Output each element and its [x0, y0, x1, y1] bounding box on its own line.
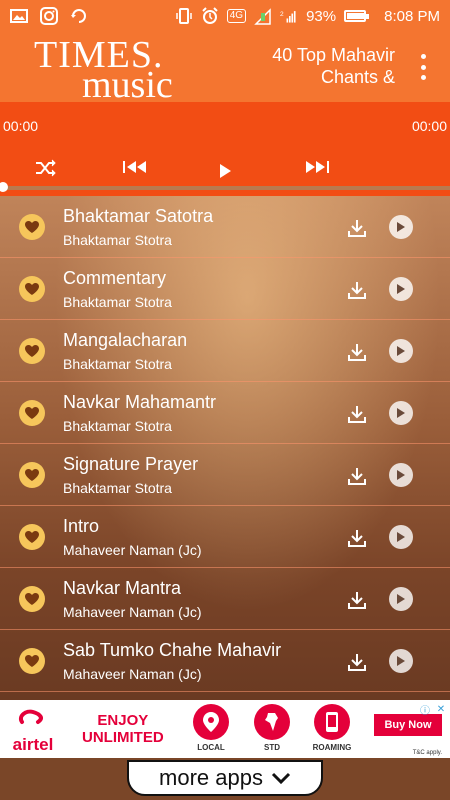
play-track-icon[interactable]: [389, 215, 413, 239]
download-icon[interactable]: [347, 280, 367, 300]
track-title: Navkar Mahamantr: [63, 392, 217, 412]
track-title: Intro: [63, 516, 100, 536]
more-apps-label: more apps: [159, 765, 263, 790]
heart-icon[interactable]: [19, 276, 45, 302]
track-album: Bhaktamar Stotra: [63, 356, 172, 372]
track-album: Bhaktamar Stotra: [63, 480, 172, 496]
ad-feature-roaming: ROAMING: [307, 704, 357, 752]
download-icon[interactable]: [347, 342, 367, 362]
previous-track-icon[interactable]: [122, 158, 150, 176]
track-title: Signature Prayer: [63, 454, 199, 474]
heart-icon[interactable]: [19, 400, 45, 426]
ad-tnc: T&C apply.: [412, 750, 442, 756]
download-icon[interactable]: [347, 528, 367, 548]
adchoices-info-icon[interactable]: ⓘ: [418, 702, 432, 717]
signal-strength-icon: 2: [280, 7, 298, 25]
track-row[interactable]: Commentary Bhaktamar Stotra: [0, 258, 450, 320]
buy-now-button[interactable]: Buy Now: [374, 714, 442, 736]
track-row[interactable]: Sab Tumko Chahe Mahavir Mahaveer Naman (J…: [0, 630, 450, 692]
track-title: Bhaktamar Satotra: [63, 206, 214, 226]
heart-icon[interactable]: [19, 586, 45, 612]
play-track-icon[interactable]: [389, 401, 413, 425]
play-track-icon[interactable]: [389, 277, 413, 301]
page-title: 40 Top Mahavir Chants &: [272, 45, 395, 87]
download-icon[interactable]: [347, 590, 367, 610]
track-album: Mahaveer Naman (Jc): [63, 542, 202, 558]
track-row[interactable]: Mangalacharan Bhaktamar Stotra: [0, 320, 450, 382]
heart-icon[interactable]: [19, 214, 45, 240]
download-icon[interactable]: [347, 218, 367, 238]
heart-icon[interactable]: [19, 462, 45, 488]
track-title: Mangalacharan: [63, 330, 188, 350]
track-list: Bhaktamar Satotra Bhaktamar Stotra Comment…: [0, 196, 450, 700]
seek-bar[interactable]: [0, 182, 450, 192]
player-bar: 00:00 00:00: [0, 102, 450, 196]
ad-feature-local: LOCAL: [186, 704, 236, 752]
seek-thumb[interactable]: [0, 182, 8, 192]
track-title: Sab Tumko Chahe Mahavir: [63, 640, 282, 660]
status-bar: 4G 2 93% 8:08 PM: [0, 0, 450, 32]
heart-icon[interactable]: [19, 648, 45, 674]
track-row[interactable]: Signature Prayer Bhaktamar Stotra: [0, 444, 450, 506]
app-header: TIMES. music 40 Top Mahavir Chants &: [0, 32, 450, 107]
vibrate-icon: [175, 7, 193, 25]
bottom-bar: more apps: [0, 758, 450, 800]
clock: 8:08 PM: [384, 7, 440, 25]
shuffle-icon[interactable]: [32, 156, 58, 180]
ad-headline: ENJOY UNLIMITED: [82, 712, 164, 746]
heart-icon[interactable]: [19, 338, 45, 364]
india-map-icon: [254, 704, 290, 740]
instagram-icon: [40, 7, 58, 25]
ad-close-icon[interactable]: ✕: [434, 702, 448, 716]
more-apps-button[interactable]: more apps: [127, 760, 323, 796]
airtel-logo: airtel: [8, 708, 58, 755]
gallery-icon: [10, 7, 28, 25]
total-time: 00:00: [411, 118, 447, 134]
alarm-icon: [201, 7, 219, 25]
track-title: Navkar Mantra: [63, 578, 182, 598]
track-album: Bhaktamar Stotra: [63, 418, 172, 434]
overflow-menu-icon[interactable]: [420, 54, 426, 80]
roaming-phone-icon: [314, 704, 350, 740]
battery-icon: [344, 10, 370, 22]
heart-icon[interactable]: [19, 524, 45, 550]
track-row[interactable]: Intro Mahaveer Naman (Jc): [0, 506, 450, 568]
track-title: Commentary: [63, 268, 167, 288]
track-album: Bhaktamar Stotra: [63, 232, 172, 248]
ad-banner[interactable]: airtel ENJOY UNLIMITED LOCAL STD ROAMING…: [0, 700, 450, 758]
track-row[interactable]: Bhaktamar Satotra Bhaktamar Stotra: [0, 196, 450, 258]
play-track-icon[interactable]: [389, 525, 413, 549]
download-icon[interactable]: [347, 466, 367, 486]
play-track-icon[interactable]: [389, 339, 413, 363]
play-track-icon[interactable]: [389, 463, 413, 487]
sync-icon: [70, 7, 88, 25]
play-track-icon[interactable]: [389, 587, 413, 611]
chevron-down-icon: [271, 765, 291, 791]
download-icon[interactable]: [347, 652, 367, 672]
location-pin-icon: [193, 704, 229, 740]
next-track-icon[interactable]: [302, 158, 330, 176]
network-type-badge: 4G: [226, 9, 247, 23]
download-icon[interactable]: [347, 404, 367, 424]
play-icon[interactable]: [217, 162, 233, 180]
elapsed-time: 00:00: [3, 118, 39, 134]
battery-percent: 93%: [306, 7, 337, 25]
track-album: Mahaveer Naman (Jc): [63, 604, 202, 620]
track-album: Mahaveer Naman (Jc): [63, 666, 202, 682]
signal-icon: [254, 7, 272, 25]
track-row[interactable]: Navkar Mahamantr Bhaktamar Stotra: [0, 382, 450, 444]
track-album: Bhaktamar Stotra: [63, 294, 172, 310]
times-music-logo: TIMES. music: [34, 34, 173, 107]
play-track-icon[interactable]: [389, 649, 413, 673]
track-row[interactable]: Navkar Mantra Mahaveer Naman (Jc): [0, 568, 450, 630]
ad-feature-std: STD: [247, 704, 297, 752]
adchoices[interactable]: ⓘ ✕: [418, 702, 448, 717]
svg-text:2: 2: [280, 11, 284, 18]
